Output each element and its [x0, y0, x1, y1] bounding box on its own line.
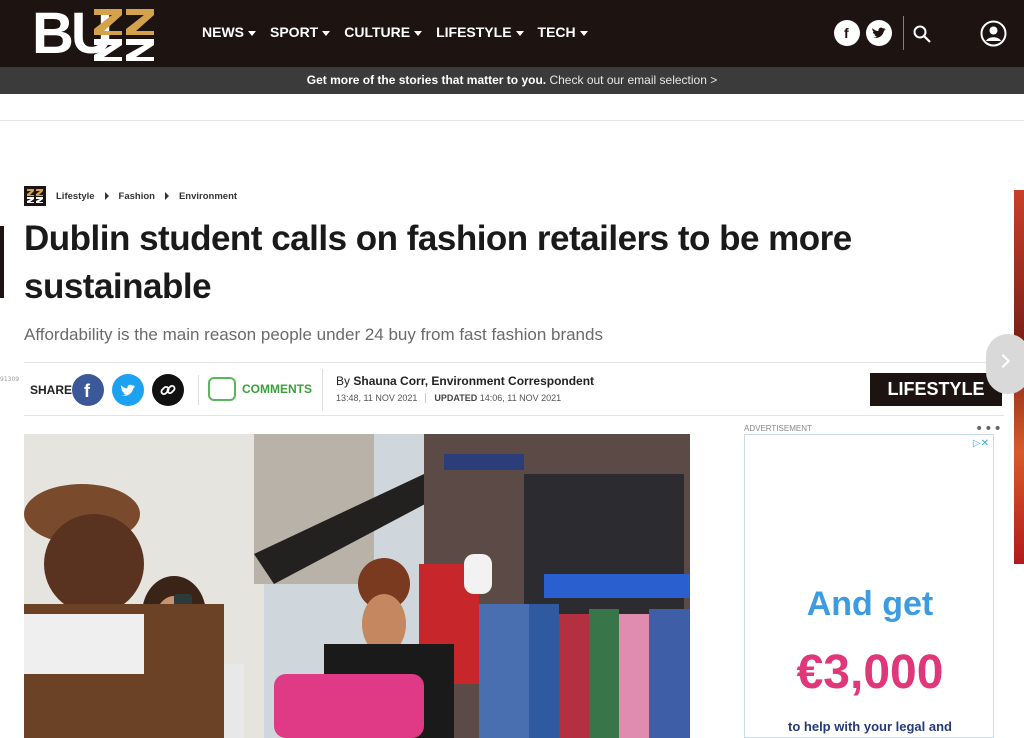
article-meta-row: SHARE f COMMENTS By Shauna Corr, Environ…	[24, 362, 1004, 416]
comment-bubble-icon	[208, 377, 236, 401]
nav-lifestyle-label: LIFESTYLE	[436, 24, 512, 40]
breadcrumb: Lifestyle Fashion Environment	[24, 186, 237, 206]
logo-zz-icon	[94, 9, 154, 61]
twitter-icon[interactable]	[866, 20, 892, 46]
breadcrumb-environment[interactable]: Environment	[179, 191, 237, 202]
breadcrumb-fashion[interactable]: Fashion	[119, 191, 155, 202]
meta-divider	[198, 375, 199, 405]
ad-choices-icon[interactable]: ▷✕	[973, 438, 989, 449]
nav-sport-label: SPORT	[270, 24, 319, 40]
search-icon[interactable]	[912, 24, 932, 44]
ad-subtext: to help with your legal and	[788, 719, 952, 734]
account-icon[interactable]	[980, 20, 1007, 47]
hero-photo	[24, 434, 690, 738]
svg-text:f: f	[84, 381, 91, 399]
breadcrumb-lifestyle[interactable]: Lifestyle	[56, 191, 95, 202]
chevron-down-icon	[515, 30, 524, 36]
article-headline: Dublin student calls on fashion retailer…	[24, 219, 852, 306]
promo-link[interactable]: Check out our email selection >	[549, 73, 717, 87]
share-label: SHARE	[30, 383, 73, 397]
nav-tech-label: TECH	[537, 24, 576, 40]
svg-text:f: f	[844, 26, 849, 40]
category-tag[interactable]: LIFESTYLE	[870, 373, 1002, 406]
nav-news-label: NEWS	[202, 24, 244, 40]
chevron-down-icon	[414, 30, 423, 36]
meta-divider	[322, 369, 323, 411]
comments-button[interactable]: COMMENTS	[208, 377, 312, 401]
chevron-down-icon	[322, 30, 331, 36]
nav-lifestyle[interactable]: LIFESTYLE	[436, 24, 524, 40]
divider	[0, 120, 1024, 121]
nav-culture-label: CULTURE	[344, 24, 411, 40]
updated-label: UPDATED	[434, 393, 478, 403]
nav-tech[interactable]: TECH	[538, 24, 588, 40]
nav-divider	[903, 16, 904, 50]
article-dates: 13:48, 11 NOV 2021 UPDATED 14:06, 11 NOV…	[336, 393, 561, 403]
byline-by: By	[336, 374, 351, 388]
article-standfirst: Affordability is the main reason people …	[24, 325, 603, 344]
comments-label: COMMENTS	[242, 382, 312, 396]
share-twitter-icon[interactable]	[112, 374, 144, 406]
nav-culture[interactable]: CULTURE	[344, 24, 423, 40]
ad-amount: €3,000	[796, 646, 944, 699]
facebook-icon[interactable]: f	[834, 20, 860, 46]
nav-sport[interactable]: SPORT	[270, 24, 331, 40]
ad-label: ADVERTISEMENT	[744, 424, 812, 433]
left-accent-bar	[0, 226, 4, 298]
date-divider	[425, 393, 427, 403]
promo-bold-text: Get more of the stories that matter to y…	[306, 73, 547, 87]
next-article-button[interactable]	[986, 334, 1024, 394]
article-hero-image[interactable]	[24, 434, 690, 738]
share-link-icon[interactable]	[152, 374, 184, 406]
advertisement[interactable]: ▷✕ And get €3,000 to help with your lega…	[744, 434, 994, 738]
caret-right-icon	[164, 192, 169, 200]
chevron-right-icon	[995, 353, 1011, 369]
side-id-text: 91309	[0, 376, 20, 383]
main-menu: NEWS SPORT CULTURE LIFESTYLE TECH	[202, 24, 588, 40]
byline: By Shauna Corr, Environment Corresponden…	[336, 374, 594, 388]
share-facebook-icon[interactable]: f	[72, 374, 104, 406]
nav-news[interactable]: NEWS	[202, 24, 256, 40]
updated-time: 14:06, 11 NOV 2021	[479, 393, 562, 403]
published-time: 13:48, 11 NOV 2021	[336, 393, 418, 403]
author-link[interactable]: Shauna Corr, Environment Correspondent	[353, 374, 594, 388]
caret-right-icon	[104, 192, 109, 200]
top-navigation: BU NEWS SPORT CULTURE LIFESTYLE TECH f	[0, 0, 1024, 67]
ad-headline: And get	[806, 585, 934, 623]
chevron-down-icon	[248, 30, 256, 36]
email-promo-bar[interactable]: Get more of the stories that matter to y…	[0, 67, 1024, 94]
chevron-down-icon	[579, 30, 588, 36]
buzz-mini-logo-icon[interactable]	[24, 186, 46, 206]
buzz-logo[interactable]: BU	[32, 5, 154, 63]
